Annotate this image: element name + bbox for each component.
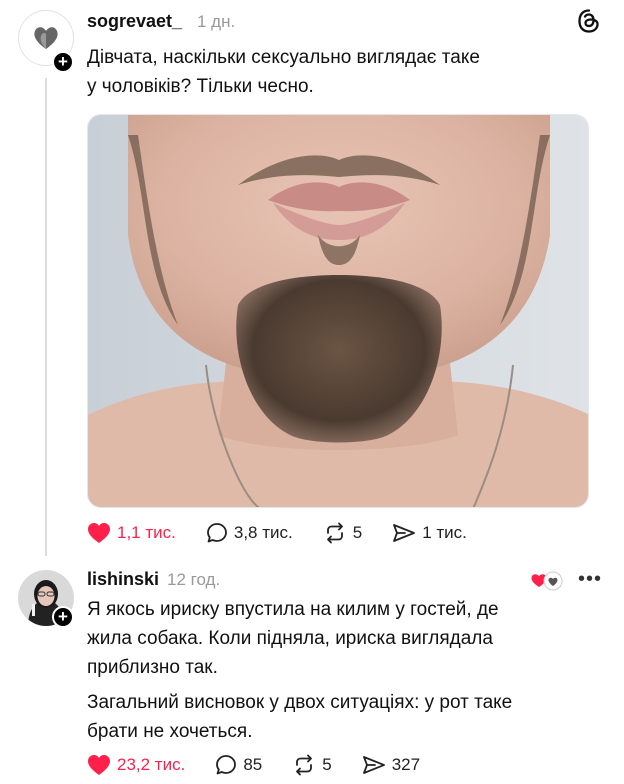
heart-icon — [88, 523, 110, 543]
comment-text-paragraph-2: Загальний висновок у двох ситуаціях: у р… — [87, 688, 587, 746]
comment-count: 85 — [243, 755, 263, 774]
heart-icon — [88, 755, 110, 775]
comment-icon — [216, 755, 237, 775]
author-liked-icon — [531, 571, 563, 591]
like-count: 23,2 тис. — [117, 755, 186, 774]
post-photo[interactable] — [87, 114, 589, 508]
threads-logo-icon[interactable] — [576, 8, 602, 34]
repost-button[interactable]: 5 — [292, 754, 332, 776]
thread-line — [45, 78, 47, 556]
post-actions: 1,1 тис. 3,8 тис. 5 1 тис. — [87, 522, 467, 544]
follow-plus-icon[interactable]: + — [52, 51, 74, 73]
comment-time: 12 год. — [167, 570, 221, 589]
post-text-line: Дівчата, наскільки сексуально виглядає т… — [87, 47, 480, 68]
post-username[interactable]: sogrevaet_ — [87, 11, 182, 32]
like-button[interactable]: 23,2 тис. — [87, 754, 185, 776]
author-liked-indicator — [530, 570, 564, 597]
comment-text-line: Загальний висновок у двох ситуаціях: у р… — [87, 692, 513, 713]
share-count: 327 — [391, 755, 421, 774]
post-time: 1 дн. — [197, 12, 236, 31]
comment-text-paragraph-1: Я якось ириску впустила на килим у госте… — [87, 595, 587, 682]
repost-icon — [296, 754, 313, 776]
repost-icon — [326, 522, 343, 544]
repost-button[interactable]: 5 — [323, 522, 362, 544]
comment-button[interactable]: 3,8 тис. — [206, 522, 293, 544]
comment-button[interactable]: 85 — [215, 754, 262, 776]
repost-count: 5 — [352, 523, 363, 542]
comment-actions: 23,2 тис. 85 5 327 — [87, 754, 420, 776]
share-icon — [362, 756, 385, 774]
more-icon[interactable]: ••• — [578, 568, 602, 591]
share-icon — [393, 524, 416, 542]
comment-count: 3,8 тис. — [233, 523, 293, 542]
comment-icon — [206, 523, 227, 543]
beard-photo-illustration — [88, 115, 588, 507]
share-count: 1 тис. — [422, 523, 467, 542]
share-button[interactable]: 1 тис. — [392, 522, 467, 544]
avatar-heart-icon — [34, 27, 58, 49]
comment-text-line: брати не хочеться. — [87, 721, 253, 742]
like-count: 1,1 тис. — [117, 523, 176, 542]
comment-text-line: Я якось ириску впустила на килим у госте… — [87, 599, 499, 620]
comment-text-line: приблизно так. — [87, 657, 218, 678]
like-button[interactable]: 1,1 тис. — [87, 522, 176, 544]
post-text-line: у чоловіків? Тільки чесно. — [87, 76, 314, 97]
follow-plus-icon[interactable]: + — [52, 606, 74, 628]
post-text: Дівчата, наскільки сексуально виглядає т… — [87, 43, 557, 101]
share-button[interactable]: 327 — [362, 754, 420, 776]
comment-text-line: жила собака. Коли підняла, ириска вигляд… — [87, 628, 493, 649]
comment-username[interactable]: lishinski — [87, 569, 159, 590]
repost-count: 5 — [322, 755, 332, 774]
